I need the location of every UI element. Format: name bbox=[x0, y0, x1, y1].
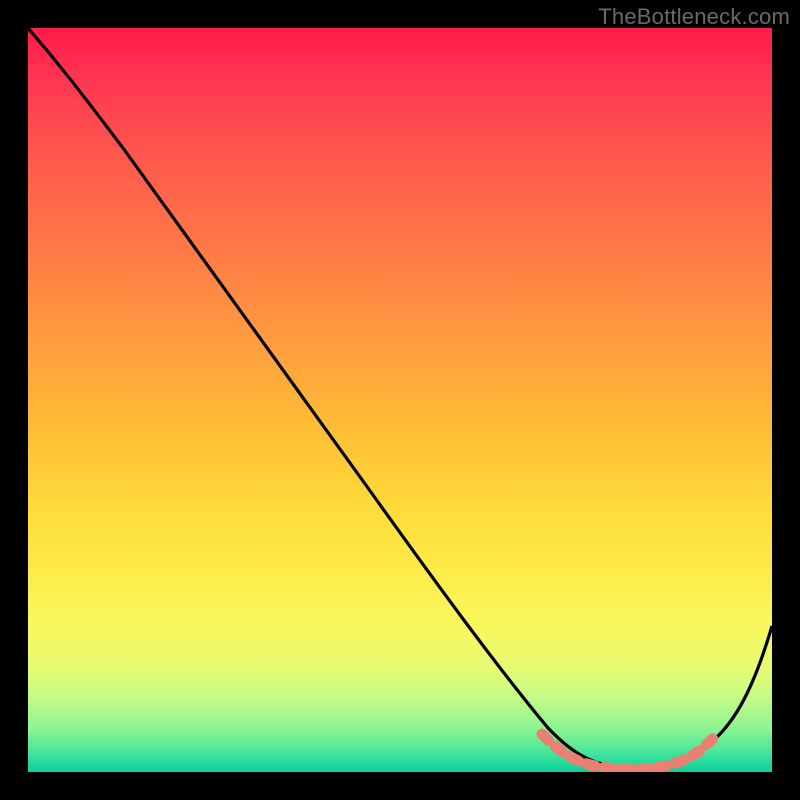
optimal-range-marker bbox=[542, 734, 716, 769]
chart-frame: TheBottleneck.com bbox=[0, 0, 800, 800]
plot-area bbox=[28, 28, 772, 772]
bottleneck-curve bbox=[28, 28, 772, 768]
attribution-text: TheBottleneck.com bbox=[598, 4, 790, 30]
curve-layer bbox=[28, 28, 772, 772]
